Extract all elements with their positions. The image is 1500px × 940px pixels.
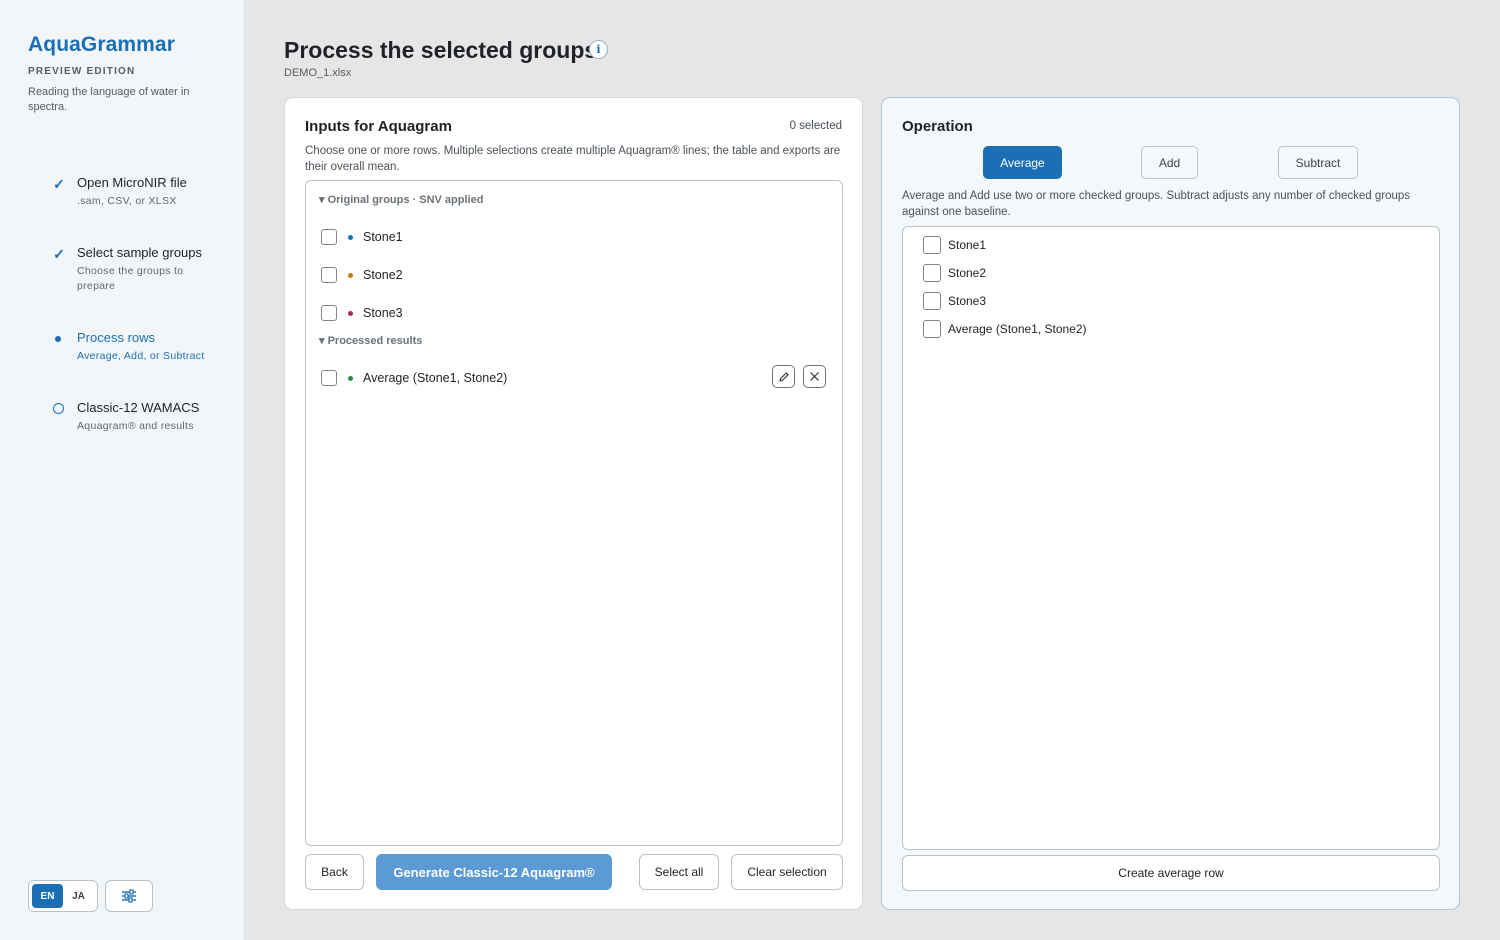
row-label: Stone2: [363, 268, 403, 282]
list-item[interactable]: Stone1: [916, 235, 986, 255]
operation-heading: Operation: [902, 118, 973, 135]
info-icon[interactable]: i: [589, 40, 608, 59]
language-en-button[interactable]: EN: [32, 884, 63, 908]
pending-step-circle-icon: [52, 402, 66, 416]
pencil-icon: [778, 371, 789, 382]
row-checkbox[interactable]: [321, 267, 337, 283]
list-item[interactable]: Stone1: [321, 227, 826, 247]
inputs-panel: Inputs for Aquagram 0 selected Choose on…: [284, 97, 863, 910]
inputs-description: Choose one or more rows. Multiple select…: [305, 145, 841, 173]
checkmark-icon: ✓: [53, 246, 65, 262]
row-label: Stone3: [948, 294, 987, 308]
operation-description: Average and Add use two or more checked …: [902, 190, 1411, 218]
list-item[interactable]: Stone3: [916, 291, 986, 311]
select-all-button[interactable]: Select all: [639, 854, 719, 890]
step-select-groups[interactable]: ✓ Select sample groups Choose the groups…: [52, 245, 232, 294]
edition-label: PREVIEW EDITION: [28, 66, 136, 77]
original-groups-heading-label: Original groups · SNV applied: [327, 194, 484, 206]
row-actions: [772, 365, 826, 388]
step-open-file[interactable]: ✓ Open MicroNIR file .sam, CSV, or XLSX: [52, 175, 232, 209]
series-color-dot: [348, 375, 353, 381]
remove-button[interactable]: [803, 365, 826, 388]
sliders-icon: [122, 889, 136, 903]
selected-count: 0 selected: [789, 120, 842, 132]
app-tagline: Reading the language of water in spectra…: [28, 86, 190, 113]
row-label: Average (Stone1, Stone2): [948, 322, 1087, 336]
caret-down-icon: ▾: [319, 194, 328, 206]
page-title: Process the selected groups: [284, 37, 598, 63]
row-checkbox[interactable]: [923, 320, 941, 338]
rename-button[interactable]: [772, 365, 795, 388]
original-groups-heading[interactable]: ▾ Original groups · SNV applied: [319, 193, 483, 206]
row-checkbox[interactable]: [923, 292, 941, 310]
step-process-rows[interactable]: Process rows Average, Add, or Subtract: [52, 330, 232, 364]
step-subtitle: Choose the groups to prepare: [77, 265, 184, 292]
step-subtitle: Average, Add, or Subtract: [77, 350, 205, 362]
row-label: Average (Stone1, Stone2): [363, 371, 508, 385]
row-label: Stone3: [363, 306, 403, 320]
step-title: Process rows: [77, 330, 156, 345]
step-classic-12[interactable]: Classic-12 WAMACS Aquagram® and results: [52, 400, 232, 434]
row-checkbox[interactable]: [923, 264, 941, 282]
settings-button[interactable]: [105, 880, 153, 912]
step-subtitle: Aquagram® and results: [77, 420, 194, 432]
processed-results-heading[interactable]: ▾ Processed results: [319, 334, 422, 347]
row-checkbox[interactable]: [321, 305, 337, 321]
operation-add-button[interactable]: Add: [1141, 146, 1198, 179]
row-checkbox[interactable]: [923, 236, 941, 254]
step-title: Classic-12 WAMACS: [77, 400, 200, 415]
row-checkbox[interactable]: [321, 370, 337, 386]
caret-down-icon: ▾: [319, 335, 328, 347]
inputs-listbox[interactable]: ▾ Original groups · SNV applied Stone1 S…: [305, 180, 843, 846]
row-label: Stone1: [363, 230, 403, 244]
inputs-heading: Inputs for Aquagram: [305, 118, 452, 135]
series-color-dot: [348, 234, 353, 240]
operation-average-button[interactable]: Average: [983, 146, 1062, 179]
app-brand: AquaGrammar: [28, 33, 175, 56]
close-icon: [810, 372, 819, 381]
checkmark-icon: ✓: [53, 176, 65, 192]
list-item[interactable]: Average (Stone1, Stone2): [916, 319, 1087, 339]
list-item[interactable]: Stone3: [321, 303, 826, 323]
language-switcher: EN JA: [28, 880, 98, 912]
list-item[interactable]: Average (Stone1, Stone2): [321, 365, 826, 388]
sidebar: AquaGrammar PREVIEW EDITION Reading the …: [0, 0, 245, 940]
file-name: DEMO_1.xlsx: [284, 67, 352, 79]
step-title: Select sample groups: [77, 245, 203, 260]
clear-selection-button[interactable]: Clear selection: [731, 854, 843, 890]
operation-group-list: Stone1 Stone2 Stone3 Average (Stone1, St…: [902, 226, 1440, 850]
operation-panel: Operation Average Add Subtract Average a…: [881, 97, 1460, 910]
current-step-dot-icon: [52, 332, 66, 346]
series-color-dot: [348, 310, 353, 316]
back-button[interactable]: Back: [305, 854, 364, 890]
row-label: Stone1: [948, 238, 987, 252]
step-subtitle: .sam, CSV, or XLSX: [77, 195, 177, 207]
step-title: Open MicroNIR file: [77, 175, 187, 190]
operation-subtract-button[interactable]: Subtract: [1278, 146, 1358, 179]
language-ja-button[interactable]: JA: [63, 884, 94, 908]
list-item[interactable]: Stone2: [916, 263, 986, 283]
row-label: Stone2: [948, 266, 987, 280]
generate-aquagram-button[interactable]: Generate Classic-12 Aquagram®: [376, 854, 612, 890]
series-color-dot: [348, 272, 353, 278]
row-checkbox[interactable]: [321, 229, 337, 245]
create-average-row-button[interactable]: Create average row: [902, 855, 1440, 891]
processed-results-heading-label: Processed results: [327, 335, 423, 347]
list-item[interactable]: Stone2: [321, 265, 826, 285]
